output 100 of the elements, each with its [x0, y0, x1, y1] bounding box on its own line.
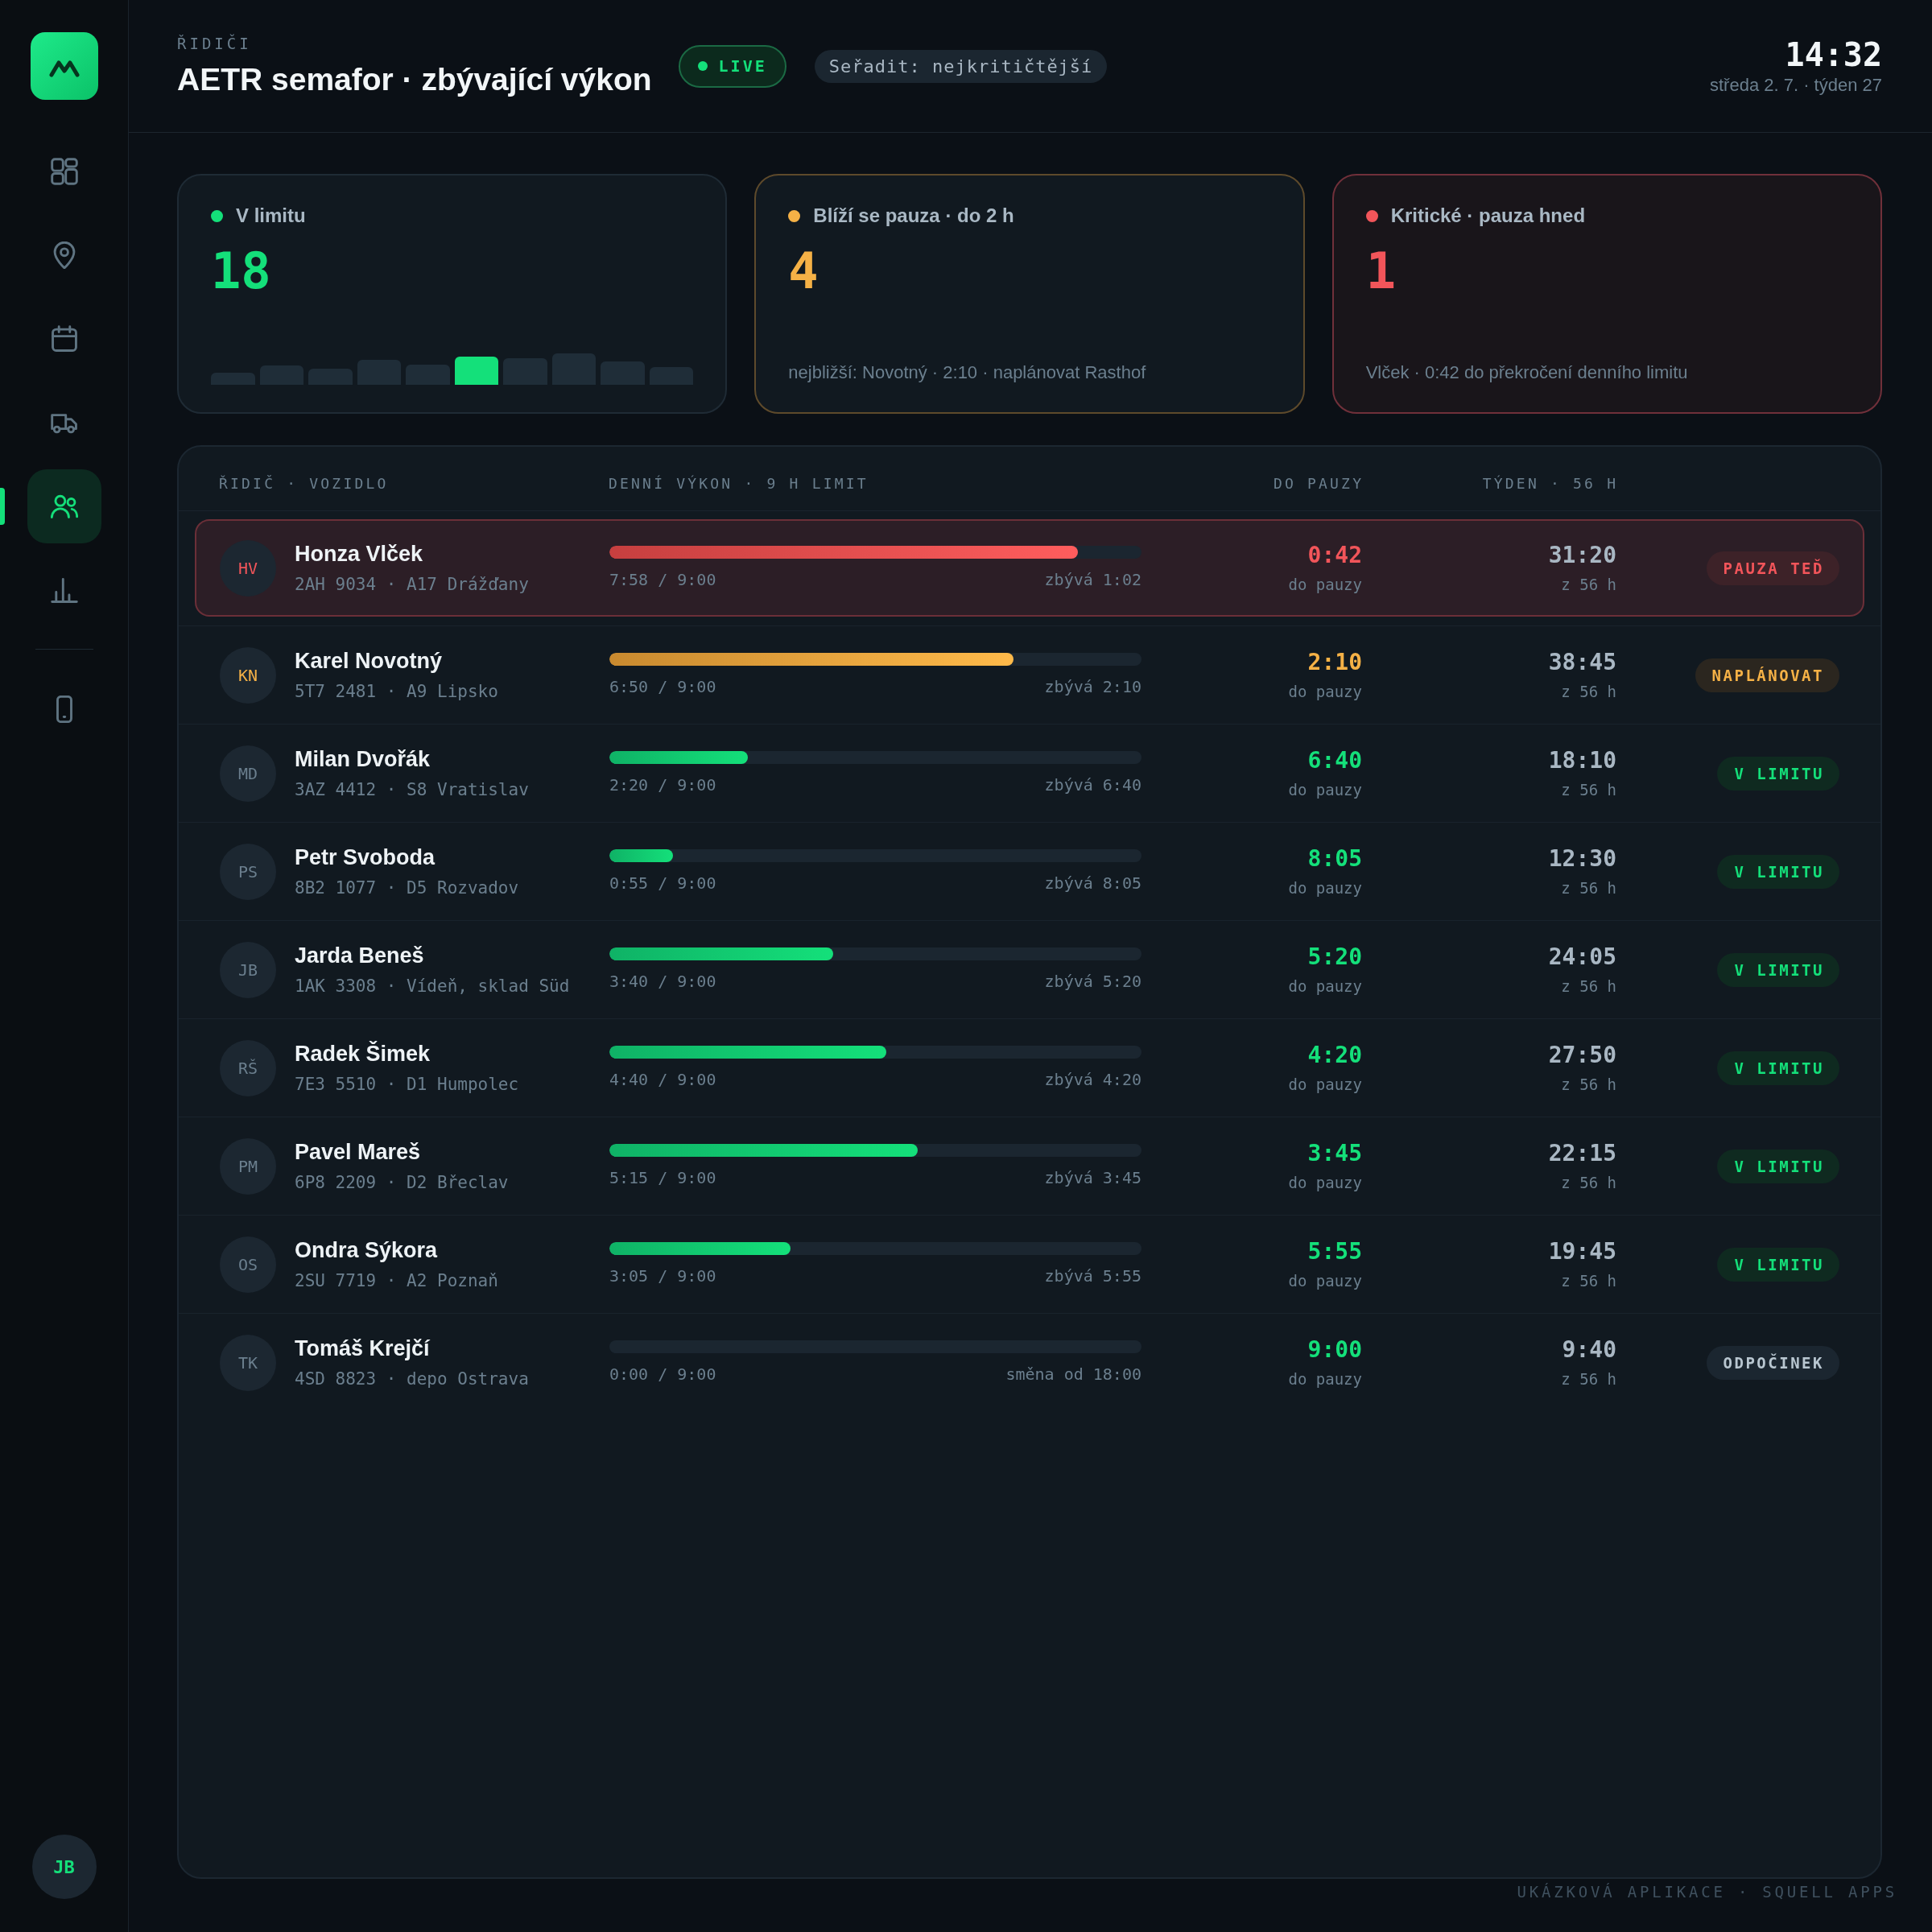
time-to-break: 2:10 [1307, 648, 1362, 676]
hours-driven: 0:55 / 9:00 [609, 873, 716, 894]
week-limit-label: z 56 h [1561, 976, 1616, 997]
time-to-break: 8:05 [1307, 844, 1362, 873]
vehicle-route: 5T7 2481 · A9 Lipsko [295, 681, 498, 703]
user-avatar[interactable]: JB [31, 1835, 97, 1899]
vehicle-route: 4SD 8823 · depo Ostrava [295, 1368, 529, 1390]
time-to-break-label: do pauzy [1288, 1074, 1362, 1095]
status-badge: V LIMITU [1717, 952, 1839, 987]
time-to-break-label: do pauzy [1288, 877, 1362, 898]
trend-bar [503, 358, 547, 385]
grid-icon [50, 158, 78, 185]
trend-bar [357, 360, 402, 385]
hours-remaining: směna od 18:00 [1005, 1364, 1141, 1385]
trend-bar [649, 367, 694, 385]
column-header: TÝDEN · 56 H [1481, 474, 1619, 493]
hours-remaining: zbývá 4:20 [1044, 1069, 1141, 1090]
time-to-break-label: do pauzy [1288, 1172, 1362, 1193]
logo-icon[interactable] [30, 32, 98, 100]
driver-name: Milan Dvořák [295, 746, 431, 773]
hours-remaining: zbývá 5:20 [1044, 971, 1141, 992]
hours-driven: 0:00 / 9:00 [609, 1364, 716, 1385]
hours-driven: 6:50 / 9:00 [609, 676, 716, 697]
calendar-icon [50, 325, 78, 353]
time-to-break: 9:00 [1307, 1335, 1362, 1364]
week-hours: 24:05 [1548, 943, 1616, 971]
trend-bar [454, 357, 499, 385]
week-limit-label: z 56 h [1561, 1270, 1616, 1291]
vehicle-route: 7E3 5510 · D1 Humpolec [295, 1074, 519, 1096]
status-badge: V LIMITU [1717, 1051, 1839, 1085]
vehicle-route: 6P8 2209 · D2 Břeclav [295, 1172, 509, 1194]
card-count: 1 [1365, 243, 1397, 299]
trend-bar [259, 365, 304, 385]
vehicle-route: 3AZ 4412 · S8 Vratislav [295, 779, 529, 801]
driver-name: Pavel Mareš [295, 1139, 422, 1166]
driver-avatar: RŠ [220, 1039, 276, 1096]
footer-credit: UKÁZKOVÁ APLIKACE · SQUELL APPS [1517, 1882, 1897, 1901]
card-label: V limitu [236, 204, 306, 227]
hours-driven: 7:58 / 9:00 [609, 569, 716, 590]
driver-avatar: MD [220, 745, 276, 802]
time-to-break: 6:40 [1307, 746, 1362, 774]
driver-name: Jarda Beneš [295, 943, 425, 969]
time-to-break-label: do pauzy [1288, 779, 1362, 800]
hours-remaining: zbývá 3:45 [1044, 1167, 1141, 1188]
time-to-break-label: do pauzy [1288, 976, 1362, 997]
driver-name: Tomáš Krejčí [295, 1335, 431, 1362]
card-count: 18 [211, 243, 272, 299]
week-hours: 12:30 [1548, 844, 1616, 873]
time-to-break: 5:55 [1307, 1237, 1362, 1265]
hours-remaining: zbývá 6:40 [1044, 774, 1141, 795]
vehicle-route: 1AK 3308 · Vídeň, sklad Süd [295, 976, 570, 997]
week-limit-label: z 56 h [1561, 574, 1616, 595]
trend-bar [601, 361, 645, 385]
trend-bar [308, 369, 353, 385]
clock-time: 14:32 [1785, 35, 1882, 73]
hours-remaining: zbývá 1:02 [1044, 569, 1141, 590]
status-badge: V LIMITU [1717, 1247, 1839, 1282]
hours-driven: 3:05 / 9:00 [609, 1265, 716, 1286]
status-badge: PAUZA TEĎ [1706, 551, 1839, 585]
week-hours: 22:15 [1548, 1139, 1616, 1167]
trend-bar [551, 353, 597, 385]
sort-button[interactable]: Seřadit: nejkritičtější [814, 49, 1108, 83]
driver-avatar: PS [220, 843, 276, 900]
driver-name: Petr Svoboda [295, 844, 436, 871]
card-note: nejbližší: Novotný · 2:10 · naplánovat Rasthof [788, 361, 1147, 384]
status-badge: V LIMITU [1717, 756, 1839, 791]
time-to-break-label: do pauzy [1288, 1270, 1362, 1291]
driver-name: Karel Novotný [295, 648, 444, 675]
week-hours: 19:45 [1548, 1237, 1616, 1265]
driver-avatar: HV [220, 539, 276, 597]
vehicle-route: 2SU 7719 · A2 Poznaň [295, 1270, 498, 1292]
time-to-break-label: do pauzy [1288, 681, 1362, 702]
driver-name: Ondra Sýkora [295, 1237, 439, 1264]
column-header: DO PAUZY [1272, 474, 1364, 493]
section-label: ŘIDIČI [177, 33, 253, 53]
column-header: DENNÍ VÝKON · 9 H LIMIT [609, 474, 869, 493]
nav-button[interactable] [27, 469, 101, 543]
time-to-break: 3:45 [1307, 1139, 1362, 1167]
active-indicator [0, 488, 5, 525]
driver-avatar: KN [220, 646, 276, 704]
status-badge: V LIMITU [1717, 1149, 1839, 1183]
hours-driven: 5:15 / 9:00 [609, 1167, 716, 1188]
vehicle-route: 2AH 9034 · A17 Drážďany [295, 574, 529, 596]
live-dot-icon [697, 61, 708, 71]
driver-avatar: OS [220, 1236, 276, 1293]
vehicle-route: 8B2 1077 · D5 Rozvadov [295, 877, 519, 899]
driver-avatar: PM [220, 1137, 276, 1195]
hours-driven: 2:20 / 9:00 [609, 774, 716, 795]
time-to-break: 0:42 [1307, 541, 1362, 569]
status-badge: ODPOČINEK [1706, 1345, 1839, 1380]
driver-name: Honza Vlček [295, 541, 424, 568]
status-badge: V LIMITU [1717, 854, 1839, 889]
week-limit-label: z 56 h [1561, 877, 1616, 898]
driver-avatar: TK [220, 1334, 276, 1391]
card-label: Kritické · pauza hned [1390, 204, 1586, 227]
week-hours: 18:10 [1548, 746, 1616, 774]
week-hours: 31:20 [1548, 541, 1616, 569]
week-limit-label: z 56 h [1561, 1368, 1616, 1389]
hours-remaining: zbývá 2:10 [1044, 676, 1141, 697]
driver-name: Radek Šimek [295, 1040, 431, 1067]
